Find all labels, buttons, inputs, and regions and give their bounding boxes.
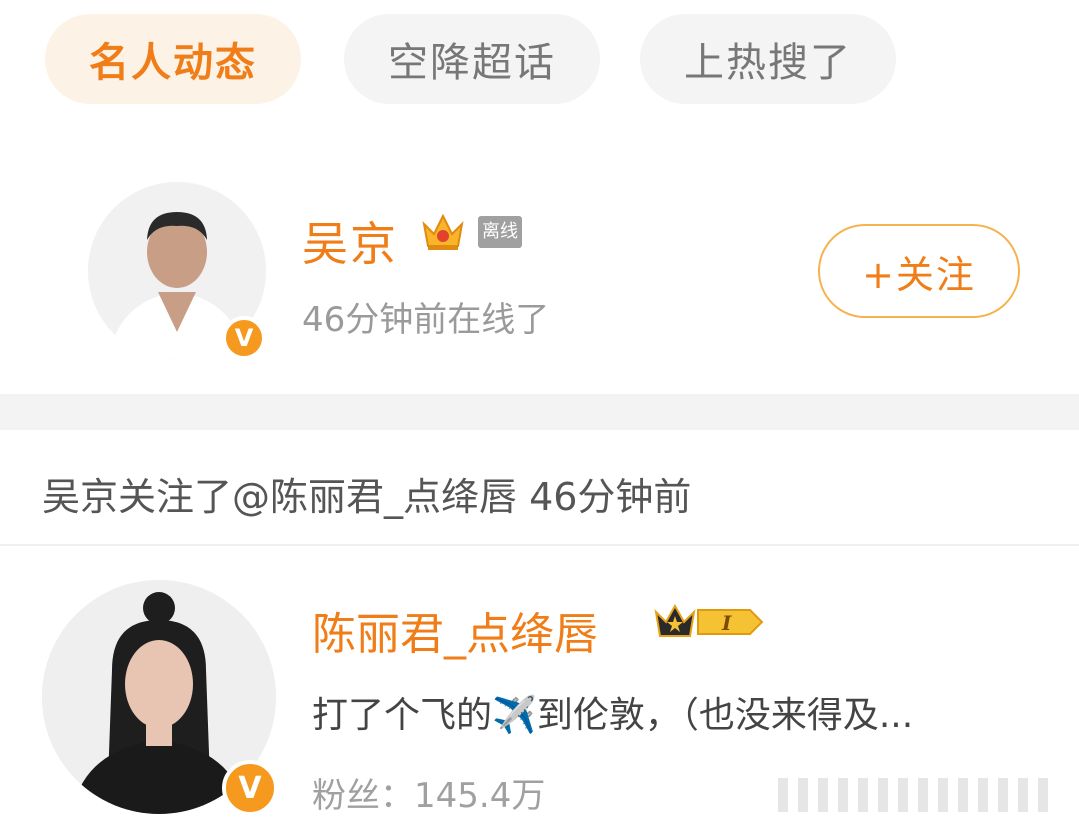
watermark-bar [898,778,908,812]
watermark-bar [858,778,868,812]
watermark-bar [778,778,788,812]
verified-badge-icon: V [222,760,278,816]
fans-count: 粉丝：145.4万 [312,776,546,816]
status-badge: 离线 [478,216,522,248]
tab-bar: 名人动态 空降超话 上热搜了 [0,0,1079,120]
tab-celebrity-updates[interactable]: 名人动态 [45,14,301,104]
watermark-bar [798,778,808,812]
watermark-bar [1018,778,1028,812]
watermark-bar [978,778,988,812]
section-divider [0,394,1079,430]
watermark [778,770,1078,820]
post-preview[interactable]: 打了个飞的✈️到伦敦，（也没来得及... [312,686,913,738]
follow-button[interactable]: +关注 [818,224,1020,318]
watermark-bar [938,778,948,812]
online-time-text: 46分钟前在线了 [302,300,550,340]
watermark-bar [818,778,828,812]
watermark-bar [918,778,928,812]
celebrity-name[interactable]: 吴京 [302,208,398,274]
watermark-bar [838,778,848,812]
watermark-bar [998,778,1008,812]
member-level-icon: I [654,603,764,637]
level-number: I [721,611,732,635]
verified-badge-icon: V [222,316,266,360]
tab-super-topic[interactable]: 空降超话 [344,14,600,104]
crown-icon [422,213,464,250]
watermark-bar [958,778,968,812]
celebrity-profile-card[interactable]: V 吴京 离线 46分钟前在线了 +关注 [0,150,1079,390]
followed-user-name[interactable]: 陈丽君_点绛唇 [312,598,598,662]
watermark-bar [878,778,888,812]
watermark-bar [1038,778,1048,812]
tab-trending[interactable]: 上热搜了 [640,14,896,104]
divider-line [0,544,1079,546]
activity-text[interactable]: 吴京关注了@陈丽君_点绛唇 46分钟前 [42,466,691,521]
